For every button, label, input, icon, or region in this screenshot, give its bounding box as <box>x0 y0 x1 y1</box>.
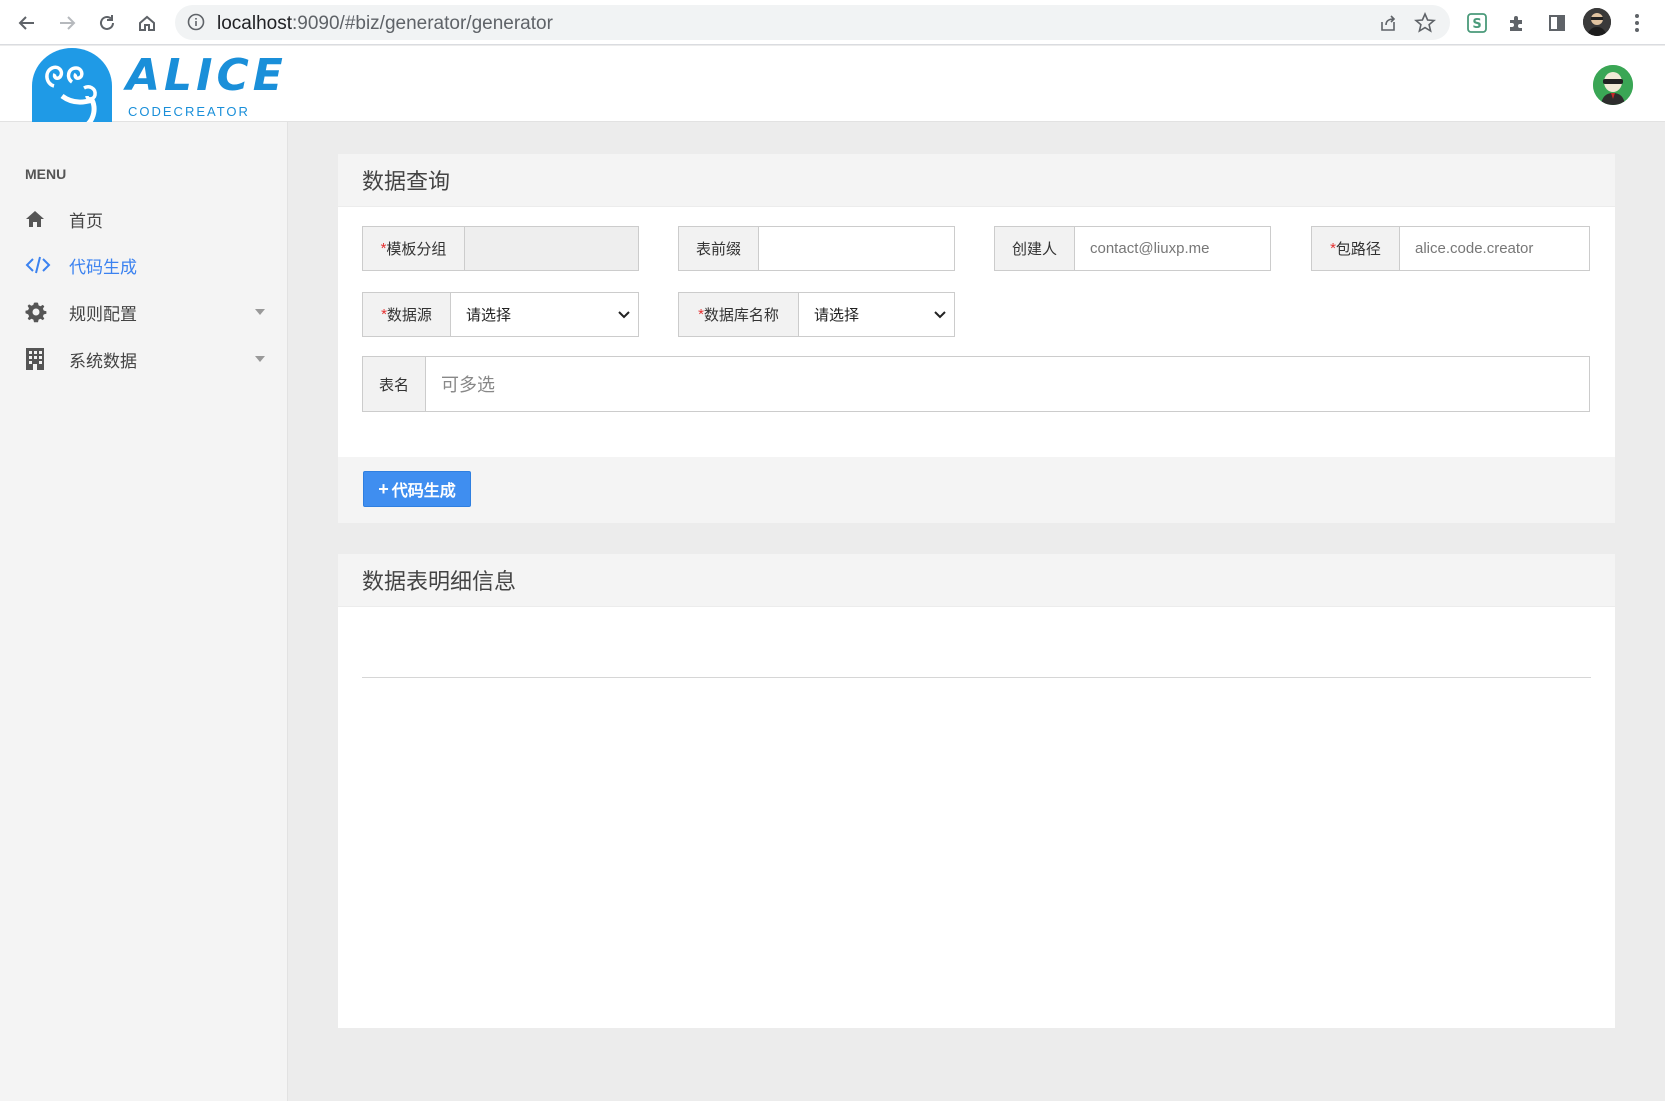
creator-field: 创建人 contact@liuxp.me <box>994 226 1271 271</box>
alice-logo[interactable]: ALICE CODECREATOR <box>30 46 283 124</box>
forward-icon[interactable] <box>52 8 82 38</box>
sidebar-item-code-generation[interactable]: 代码生成 <box>25 250 265 280</box>
table-prefix-input[interactable] <box>759 227 954 270</box>
sidebar: MENU 首页 代码生成 规则配置 系统数据 <box>0 122 288 1101</box>
panel-title: 数据查询 <box>338 154 1615 207</box>
chevron-down-icon <box>618 310 630 318</box>
sidebar-item-label: 规则配置 <box>69 304 137 324</box>
field-label: 表名 <box>363 357 426 411</box>
database-name-field: * 数据库名称 请选择 <box>678 292 955 337</box>
logo-subtitle: CODECREATOR <box>128 104 250 119</box>
sidebar-item-rule-config[interactable]: 规则配置 <box>25 297 265 327</box>
sidebar-item-label: 系统数据 <box>69 351 137 371</box>
field-label-text: 包路径 <box>1335 241 1381 258</box>
plus-icon: + <box>378 478 389 499</box>
browser-profile-avatar[interactable] <box>1583 8 1611 36</box>
generate-code-label: 代码生成 <box>391 483 456 500</box>
chevron-down-icon <box>255 309 265 315</box>
url-path: :9090/#biz/generator/generator <box>292 13 553 34</box>
field-label-text: 数据库名称 <box>703 307 779 324</box>
table-name-input[interactable]: 可多选 <box>426 357 1589 411</box>
datasource-select[interactable]: 请选择 <box>451 293 638 336</box>
sidebar-item-label: 首页 <box>69 211 103 231</box>
home-icon <box>25 208 51 230</box>
app-header: ALICE CODECREATOR <box>0 46 1665 124</box>
package-path-input[interactable]: alice.code.creator <box>1400 227 1589 270</box>
table-name-field: 表名 可多选 <box>362 356 1590 412</box>
site-info-icon[interactable] <box>187 13 205 36</box>
logo-swirl-icon <box>32 48 112 124</box>
package-path-field: * 包路径 alice.code.creator <box>1311 226 1590 271</box>
gear-icon <box>25 301 51 323</box>
logo-title: ALICE <box>126 50 287 101</box>
panel-title: 数据表明细信息 <box>338 554 1615 607</box>
field-label: * 数据库名称 <box>679 293 799 336</box>
code-icon <box>25 254 51 276</box>
bookmark-star-icon[interactable] <box>1414 11 1436 39</box>
creator-input[interactable]: contact@liuxp.me <box>1075 227 1270 270</box>
select-value: 请选择 <box>466 307 512 324</box>
home-nav-icon[interactable] <box>132 8 162 38</box>
generate-code-button[interactable]: + 代码生成 <box>363 471 471 507</box>
table-prefix-field: 表前缀 <box>678 226 955 271</box>
field-label: * 模板分组 <box>363 227 465 270</box>
browser-menu-icon[interactable] <box>1625 8 1649 38</box>
address-bar[interactable]: localhost:9090/#biz/generator/generator <box>175 5 1450 40</box>
back-icon[interactable] <box>12 8 42 38</box>
template-group-input[interactable] <box>465 227 638 270</box>
query-panel: 数据查询 * 模板分组 表前缀 创建人 contact@liuxp.me * 包路径… <box>338 154 1615 523</box>
extensions-puzzle-icon[interactable] <box>1502 8 1532 38</box>
chevron-down-icon <box>934 310 946 318</box>
detail-divider <box>362 677 1591 678</box>
field-label: 表前缀 <box>679 227 759 270</box>
side-panel-icon[interactable] <box>1542 8 1572 38</box>
field-label-text: 模板分组 <box>386 241 447 258</box>
datasource-field: * 数据源 请选择 <box>362 292 639 337</box>
sidebar-item-system-data[interactable]: 系统数据 <box>25 344 265 374</box>
button-bar: + 代码生成 <box>338 457 1615 523</box>
chevron-down-icon <box>255 356 265 362</box>
menu-heading: MENU <box>25 166 67 182</box>
user-avatar[interactable] <box>1593 65 1633 105</box>
template-group-field: * 模板分组 <box>362 226 639 271</box>
select-value: 请选择 <box>814 307 860 324</box>
field-label: 创建人 <box>995 227 1075 270</box>
sidebar-item-label: 代码生成 <box>69 257 137 277</box>
detail-panel: 数据表明细信息 <box>338 554 1615 1028</box>
url-text: localhost:9090/#biz/generator/generator <box>217 13 553 35</box>
field-label-text: 数据源 <box>386 307 432 324</box>
browser-toolbar: localhost:9090/#biz/generator/generator … <box>0 0 1665 45</box>
reload-icon[interactable] <box>92 8 122 38</box>
field-label: * 数据源 <box>363 293 451 336</box>
svg-text:S: S <box>1472 17 1481 32</box>
extension-s-icon[interactable]: S <box>1462 8 1492 38</box>
share-icon[interactable] <box>1378 13 1398 38</box>
url-host: localhost <box>217 13 292 34</box>
database-name-select[interactable]: 请选择 <box>799 293 954 336</box>
sidebar-item-home[interactable]: 首页 <box>25 204 265 234</box>
field-label: * 包路径 <box>1312 227 1400 270</box>
building-icon <box>25 348 51 370</box>
